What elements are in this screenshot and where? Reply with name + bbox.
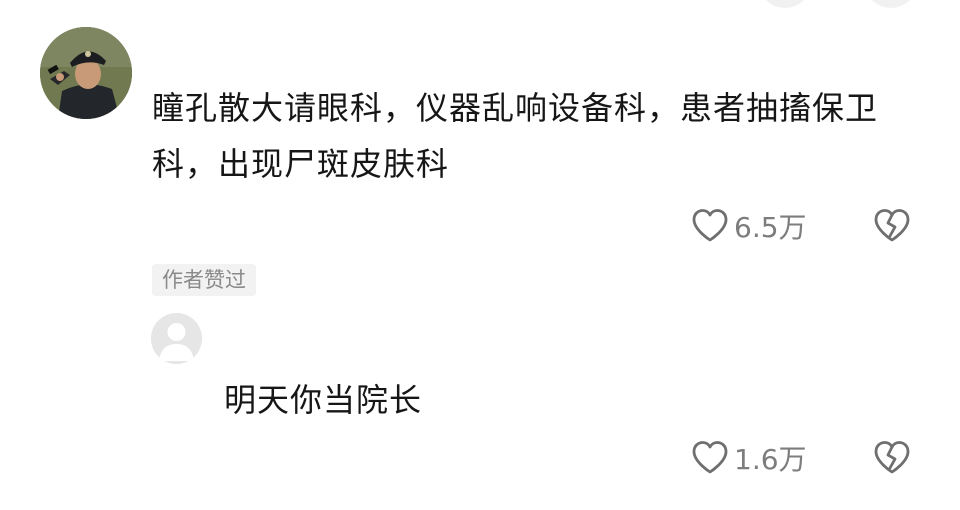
reply-actions: 1.6万 (690, 438, 807, 478)
like-count: 1.6万 (734, 443, 807, 476)
dislike-button[interactable] (872, 206, 912, 250)
dislike-button[interactable] (872, 438, 912, 482)
comment-thread: 瞳孔散大请眼科，仪器乱响设备科，患者抽搐保卫科，出现尸斑皮肤科 6.5万 作者赞… (0, 0, 960, 510)
avatar[interactable] (151, 313, 202, 364)
like-button[interactable]: 1.6万 (690, 438, 807, 478)
broken-heart-icon (874, 441, 910, 474)
author-liked-badge: 作者赞过 (152, 264, 256, 296)
broken-heart-icon (874, 209, 910, 242)
default-avatar-icon (151, 313, 202, 364)
comment-text: 瞳孔散大请眼科，仪器乱响设备科，患者抽搐保卫科，出现尸斑皮肤科 (152, 89, 879, 183)
heart-outline-icon (692, 209, 728, 242)
reply-text: 明天你当院长 (224, 381, 423, 419)
like-count: 6.5万 (734, 211, 807, 244)
avatar[interactable] (40, 27, 132, 119)
comment-actions: 6.5万 (690, 206, 807, 246)
top-action-circle[interactable] (762, 0, 808, 8)
like-button[interactable]: 6.5万 (690, 206, 807, 246)
top-action-circle[interactable] (868, 0, 914, 8)
user-avatar-photo (40, 27, 132, 119)
heart-outline-icon (692, 441, 728, 474)
